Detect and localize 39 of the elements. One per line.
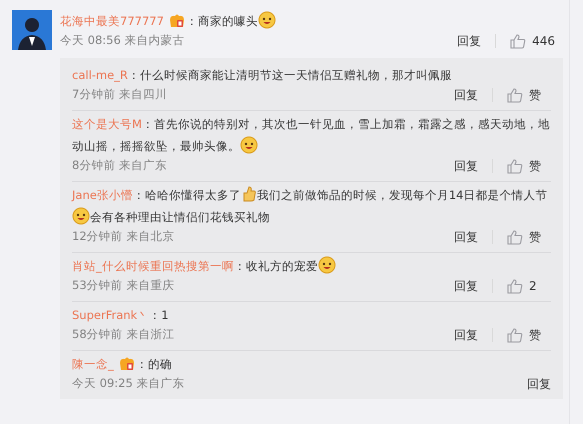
like-button[interactable]: 2 (507, 277, 551, 295)
like-button[interactable]: 赞 (507, 157, 551, 175)
thumbs-up-icon (507, 88, 523, 102)
comment-text: 陳一念_ ：的确 (72, 355, 173, 374)
reply-button[interactable]: 回复 (454, 277, 478, 295)
thumbs-up-icon (240, 185, 257, 203)
reply-button[interactable]: 回复 (454, 157, 478, 175)
thumbs-up-icon (510, 34, 526, 48)
like-button[interactable]: 赞 (507, 228, 551, 246)
emoji-icon (258, 11, 276, 29)
comment-text: call-me_R：什么时候商家能让清明节这一天情侣互赠礼物，那才叫佩服 (72, 67, 453, 84)
like-button[interactable]: 赞 (507, 326, 551, 344)
reply-button[interactable]: 回复 (457, 32, 482, 50)
avatar[interactable] (12, 10, 52, 50)
timestamp: 7分钟前 来自四川 (72, 86, 167, 104)
reply-button[interactable]: 回复 (454, 326, 478, 344)
thumbs-up-icon (507, 328, 523, 342)
timestamp: 8分钟前 来自广东 (72, 157, 167, 174)
comment-text: Jane张小懵：哈哈你懂得太多了 我们之前做饰品的时候，发现每个月14日都是个情人节 会有各种理由让情侣们花钱买礼物 (72, 184, 551, 228)
emoji-icon (240, 136, 258, 154)
timestamp: 今天 08:56 来自内蒙古 (60, 32, 184, 50)
timestamp: 12分钟前 来自北京 (72, 228, 174, 246)
emoji-icon (72, 207, 90, 225)
thumbs-up-icon (507, 278, 523, 294)
comment-text: 这个是大号M：首先你说的特别对，其次也一针见血，雪上加霜，霜露之感，感天动地，地动山摇，摇摇欲坠，最帅头像。 (72, 116, 551, 156)
timestamp: 53分钟前 来自重庆 (72, 277, 174, 294)
emoji-icon (318, 256, 336, 274)
comment-text: 肖站_什么时候重回热搜第一啊：收礼方的宠爱 (72, 255, 551, 277)
like-button[interactable]: 446 (510, 32, 555, 50)
comment-text: SuperFrank丶：1 (72, 307, 170, 324)
reply-button[interactable]: 回复 (454, 228, 478, 246)
timestamp: 58分钟前 来自浙江 (72, 326, 174, 344)
comment-text: 花海中最美777777 ：商家的噱头 (60, 10, 565, 32)
like-button[interactable]: 赞 (507, 86, 551, 104)
thumbs-up-icon (507, 230, 523, 244)
timestamp: 今天 09:25 来自广东 (72, 375, 184, 392)
thumbs-up-icon (507, 158, 523, 174)
reply-button[interactable]: 回复 (454, 86, 478, 104)
reply-button[interactable]: 回复 (527, 375, 551, 393)
